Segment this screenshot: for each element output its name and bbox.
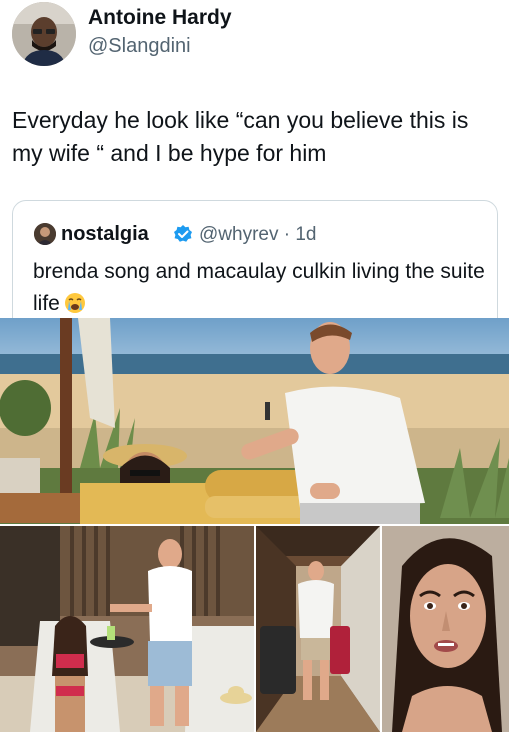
pool-lounge-photo[interactable] [0, 526, 254, 732]
quoted-name[interactable]: nostalgia [61, 223, 149, 246]
crying-face-icon [64, 292, 86, 314]
verified-badge-icon [173, 224, 193, 244]
display-name[interactable]: Antoine Hardy [88, 6, 232, 30]
hotel-hallway-photo[interactable] [256, 526, 380, 732]
quoted-avatar[interactable] [34, 223, 56, 245]
face-reaction-photo[interactable] [382, 526, 509, 732]
quoted-text-body: brenda song and macaulay culkin living t… [33, 260, 485, 315]
quoted-handle-time[interactable]: @whyrev · 1d [199, 224, 317, 246]
quoted-tweet-card[interactable]: nostalgia @whyrev · 1d brenda song and m… [12, 200, 498, 332]
beach-towel-photo[interactable] [0, 318, 509, 524]
avatar[interactable] [12, 2, 76, 66]
user-handle[interactable]: @Slangdini [88, 35, 191, 58]
tweet-header: Antoine Hardy @Slangdini [0, 0, 509, 80]
quoted-text: brenda song and macaulay culkin living t… [33, 256, 493, 320]
tweet-text: Everyday he look like “can you believe t… [12, 107, 469, 166]
